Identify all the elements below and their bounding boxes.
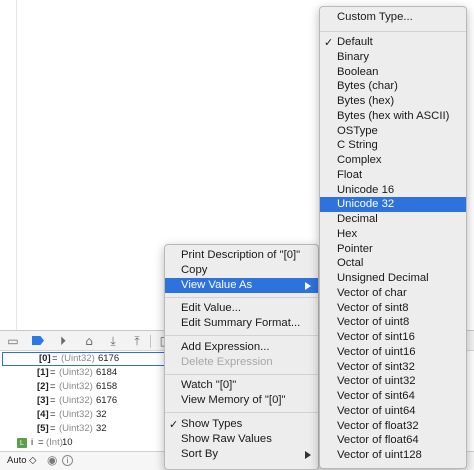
submenu-item-octal[interactable]: Octal (320, 256, 466, 271)
menu-separator (165, 297, 318, 298)
checkmark-icon: ✓ (169, 418, 179, 431)
step-out-icon[interactable]: ⤒ (128, 332, 146, 350)
submenu-item-unsigned-decimal[interactable]: Unsigned Decimal (320, 271, 466, 286)
menu-item-view-value-as[interactable]: View Value As (165, 278, 318, 293)
submenu-item-vector-of-uint64[interactable]: Vector of uint64 (320, 404, 466, 419)
local-variable-badge: L (17, 438, 27, 448)
menu-item-edit-value[interactable]: Edit Value... (165, 301, 318, 316)
menu-item-add-expression[interactable]: Add Expression... (165, 340, 318, 355)
xcode-debugger-window: ▭ ⏵ ⌂ ⤓ ⤒ ▯ ng [0] = (Uint32) 6176 [1] =… (0, 0, 474, 470)
submenu-item-vector-of-sint64[interactable]: Vector of sint64 (320, 389, 466, 404)
submenu-item-hex[interactable]: Hex (320, 227, 466, 242)
quick-look-icon[interactable]: ◉ (47, 453, 57, 467)
submenu-item-bytes-hex[interactable]: Bytes (hex) (320, 94, 466, 109)
submenu-item-custom-type[interactable]: Custom Type... (320, 10, 466, 25)
toolbar-divider (150, 335, 151, 348)
menu-separator (165, 374, 318, 375)
menu-item-show-raw-values[interactable]: Show Raw Values (165, 432, 318, 447)
breakpoint-icon[interactable] (32, 336, 44, 345)
submenu-item-vector-of-float64[interactable]: Vector of float64 (320, 433, 466, 448)
variable-context-menu: Print Description of "[0]" Copy View Val… (164, 244, 319, 470)
submenu-item-default[interactable]: ✓ Default (320, 35, 466, 50)
submenu-item-vector-of-uint128[interactable]: Vector of uint128 (320, 448, 466, 463)
submenu-item-vector-of-sint16[interactable]: Vector of sint16 (320, 330, 466, 345)
submenu-item-vector-of-uint16[interactable]: Vector of uint16 (320, 345, 466, 360)
menu-item-edit-summary-format[interactable]: Edit Summary Format... (165, 316, 318, 331)
menu-item-show-types[interactable]: ✓ Show Types (165, 417, 318, 432)
menu-item-copy[interactable]: Copy (165, 263, 318, 278)
menu-item-watch[interactable]: Watch "[0]" (165, 378, 318, 393)
submenu-item-boolean[interactable]: Boolean (320, 65, 466, 80)
submenu-item-vector-of-uint8[interactable]: Vector of uint8 (320, 315, 466, 330)
menu-item-print-description[interactable]: Print Description of "[0]" (165, 248, 318, 263)
submenu-item-vector-of-sint8[interactable]: Vector of sint8 (320, 301, 466, 316)
submenu-item-complex[interactable]: Complex (320, 153, 466, 168)
submenu-item-vector-of-uint32[interactable]: Vector of uint32 (320, 374, 466, 389)
submenu-item-binary[interactable]: Binary (320, 50, 466, 65)
submenu-item-unicode-16[interactable]: Unicode 16 (320, 183, 466, 198)
menu-separator (165, 335, 318, 336)
editor-gutter-line (16, 0, 17, 330)
hide-debug-area-icon[interactable]: ▭ (4, 332, 22, 350)
submenu-item-unicode-32[interactable]: Unicode 32 (320, 197, 466, 213)
menu-item-view-memory[interactable]: View Memory of "[0]" (165, 393, 318, 408)
submenu-arrow-icon (305, 282, 311, 290)
submenu-arrow-icon (305, 451, 311, 459)
submenu-item-bytes-char[interactable]: Bytes (char) (320, 79, 466, 94)
continue-icon[interactable]: ⏵ (54, 332, 72, 350)
menu-separator (165, 412, 318, 413)
scope-selector[interactable]: Auto ◇ (7, 455, 37, 466)
submenu-item-vector-of-float32[interactable]: Vector of float32 (320, 419, 466, 434)
menu-item-sort-by[interactable]: Sort By (165, 447, 318, 462)
submenu-item-float[interactable]: Float (320, 168, 466, 183)
menu-separator (320, 31, 466, 32)
submenu-item-vector-of-sint32[interactable]: Vector of sint32 (320, 360, 466, 375)
checkmark-icon: ✓ (324, 36, 334, 49)
menu-item-delete-expression: Delete Expression (181, 356, 273, 368)
view-value-as-submenu: Custom Type... ✓ Default Binary Boolean Byte… (319, 6, 467, 469)
submenu-item-vector-of-char[interactable]: Vector of char (320, 286, 466, 301)
submenu-item-c-string[interactable]: C String (320, 138, 466, 153)
submenu-item-bytes-hex-with-ascii[interactable]: Bytes (hex with ASCII) (320, 109, 466, 124)
step-over-icon[interactable]: ⌂ (80, 332, 98, 350)
info-icon[interactable]: i (62, 455, 73, 466)
submenu-item-pointer[interactable]: Pointer (320, 242, 466, 257)
submenu-item-decimal[interactable]: Decimal (320, 212, 466, 227)
step-into-icon[interactable]: ⤓ (104, 332, 122, 350)
submenu-item-ostype[interactable]: OSType (320, 124, 466, 139)
